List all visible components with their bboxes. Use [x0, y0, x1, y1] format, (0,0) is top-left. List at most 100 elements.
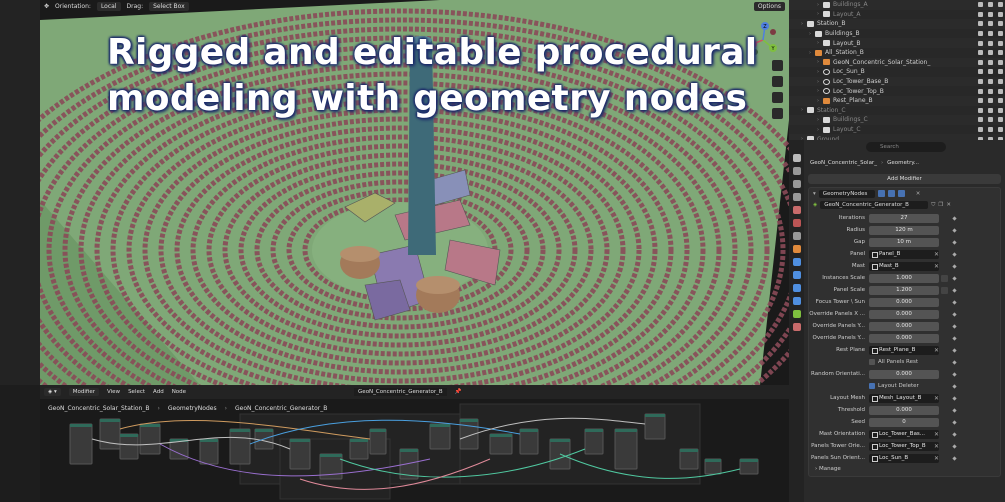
camera-render-icon[interactable]: [998, 79, 1003, 85]
camera-render-icon[interactable]: [998, 107, 1003, 113]
node[interactable]: [119, 433, 139, 460]
options-dropdown[interactable]: Options: [753, 2, 785, 11]
outliner-row[interactable]: › Loc_Tower_Base_B: [789, 76, 1005, 87]
eye-icon[interactable]: [988, 31, 993, 37]
param-number-field[interactable]: 1.200: [869, 285, 939, 295]
properties-search[interactable]: Search: [866, 142, 946, 152]
clear-icon[interactable]: ✕: [934, 431, 939, 438]
manage-section[interactable]: › Manage: [815, 466, 841, 472]
data-tab-icon[interactable]: [792, 310, 801, 318]
unlink-icon[interactable]: ✕: [946, 202, 951, 208]
keyframe-dot-icon[interactable]: [952, 383, 957, 389]
clear-icon[interactable]: ✕: [934, 263, 939, 270]
node[interactable]: [369, 428, 387, 455]
scene-tab-icon[interactable]: [792, 206, 801, 214]
keyframe-dot-icon[interactable]: [952, 395, 957, 401]
attribute-toggle-icon[interactable]: [941, 274, 948, 282]
tool-tab-icon[interactable]: [792, 154, 801, 162]
render-toggle-icon[interactable]: [897, 190, 905, 197]
zoom-icon[interactable]: [772, 60, 783, 71]
outliner-row[interactable]: › GeoN_Concentric_Solar_Station_: [789, 57, 1005, 68]
camera-render-icon[interactable]: [998, 50, 1003, 56]
param-object-field[interactable]: Mast_B: [869, 261, 939, 271]
param-checkbox[interactable]: [869, 383, 875, 389]
keyframe-dot-icon[interactable]: [952, 431, 957, 437]
camera-render-icon[interactable]: [998, 40, 1003, 46]
duplicate-icon[interactable]: ❐: [938, 202, 943, 208]
node-group-selector[interactable]: GeoN_Concentric_Generator_B: [354, 388, 447, 396]
camera-render-icon[interactable]: [998, 31, 1003, 37]
viewport-toggle-icon[interactable]: [887, 190, 895, 197]
collection-tab-icon[interactable]: [792, 232, 801, 240]
keyframe-dot-icon[interactable]: [952, 227, 957, 233]
param-object-field[interactable]: Mesh_Layout_B: [869, 393, 939, 403]
param-object-field[interactable]: Loc_Tower_Top_B: [869, 441, 939, 451]
pin-icon[interactable]: 📌: [455, 389, 462, 395]
grid-icon[interactable]: [772, 108, 783, 119]
keyframe-dot-icon[interactable]: [952, 407, 957, 413]
keyframe-dot-icon[interactable]: [952, 251, 957, 257]
clear-icon[interactable]: ✕: [934, 443, 939, 450]
outliner-row[interactable]: › Layout_C: [789, 125, 1005, 135]
add-modifier-button[interactable]: Add Modifier: [808, 174, 1001, 184]
node[interactable]: [139, 423, 161, 455]
param-number-field[interactable]: 0: [869, 417, 939, 427]
camera-render-icon[interactable]: [998, 11, 1003, 17]
keyframe-dot-icon[interactable]: [952, 371, 957, 377]
outliner-row[interactable]: › Station_C: [789, 106, 1005, 116]
menu-view[interactable]: View: [107, 389, 120, 395]
physics-tab-icon[interactable]: [792, 284, 801, 292]
param-number-field[interactable]: 27: [869, 213, 939, 223]
node[interactable]: [429, 423, 451, 450]
visibility-checkbox-icon[interactable]: [978, 98, 983, 104]
eye-icon[interactable]: [988, 88, 993, 94]
camera-render-icon[interactable]: [998, 69, 1003, 75]
param-number-field[interactable]: 0.000: [869, 333, 939, 343]
camera-render-icon[interactable]: [998, 127, 1003, 133]
keyframe-dot-icon[interactable]: [952, 359, 957, 365]
param-number-field[interactable]: 0.000: [869, 321, 939, 331]
eye-icon[interactable]: [988, 40, 993, 46]
param-number-field[interactable]: 10 m: [869, 237, 939, 247]
param-checkbox[interactable]: [869, 359, 875, 365]
constraints-tab-icon[interactable]: [792, 297, 801, 305]
outliner-row[interactable]: › All_Station_B: [789, 48, 1005, 58]
outliner-row[interactable]: › Layout_B: [789, 38, 1005, 48]
param-number-field[interactable]: 0.000: [869, 297, 939, 307]
camera-render-icon[interactable]: [998, 2, 1003, 8]
menu-add[interactable]: Add: [153, 389, 164, 395]
modifier-name-field[interactable]: GeometryNodes: [818, 189, 875, 198]
visibility-checkbox-icon[interactable]: [978, 107, 983, 113]
visibility-checkbox-icon[interactable]: [978, 50, 983, 56]
param-number-field[interactable]: 0.000: [869, 405, 939, 415]
clear-icon[interactable]: ✕: [934, 395, 939, 402]
visibility-checkbox-icon[interactable]: [978, 127, 983, 133]
eye-icon[interactable]: [988, 98, 993, 104]
visibility-checkbox-icon[interactable]: [978, 31, 983, 37]
modifier-wrench-icon[interactable]: [792, 258, 801, 266]
outliner-row[interactable]: › Buildings_C: [789, 115, 1005, 125]
clear-icon[interactable]: ✕: [934, 347, 939, 354]
keyframe-dot-icon[interactable]: [952, 323, 957, 329]
camera-render-icon[interactable]: [998, 98, 1003, 104]
orientation-dropdown[interactable]: Local: [96, 2, 121, 11]
node[interactable]: [614, 428, 638, 470]
param-number-field[interactable]: 0.000: [869, 369, 939, 379]
edit-mode-toggle-icon[interactable]: [877, 190, 885, 197]
attribute-toggle-icon[interactable]: [941, 286, 948, 294]
eye-icon[interactable]: [988, 69, 993, 75]
visibility-checkbox-icon[interactable]: [978, 59, 983, 65]
keyframe-dot-icon[interactable]: [952, 335, 957, 341]
clear-icon[interactable]: ✕: [934, 251, 939, 258]
outliner-row[interactable]: › Station_B: [789, 19, 1005, 29]
menu-node[interactable]: Node: [172, 389, 186, 395]
keyframe-dot-icon[interactable]: [952, 311, 957, 317]
outliner-row[interactable]: › Buildings_A: [789, 0, 1005, 10]
param-object-field[interactable]: Loc_Tower_Bas...: [869, 429, 939, 439]
world-tab-icon[interactable]: [792, 219, 801, 227]
outliner-row[interactable]: › Rest_Plane_B: [789, 95, 1005, 106]
keyframe-dot-icon[interactable]: [952, 443, 957, 449]
visibility-checkbox-icon[interactable]: [978, 88, 983, 94]
particles-tab-icon[interactable]: [792, 271, 801, 279]
node-group-field[interactable]: GeoN_Concentric_Generator_B: [820, 201, 929, 209]
